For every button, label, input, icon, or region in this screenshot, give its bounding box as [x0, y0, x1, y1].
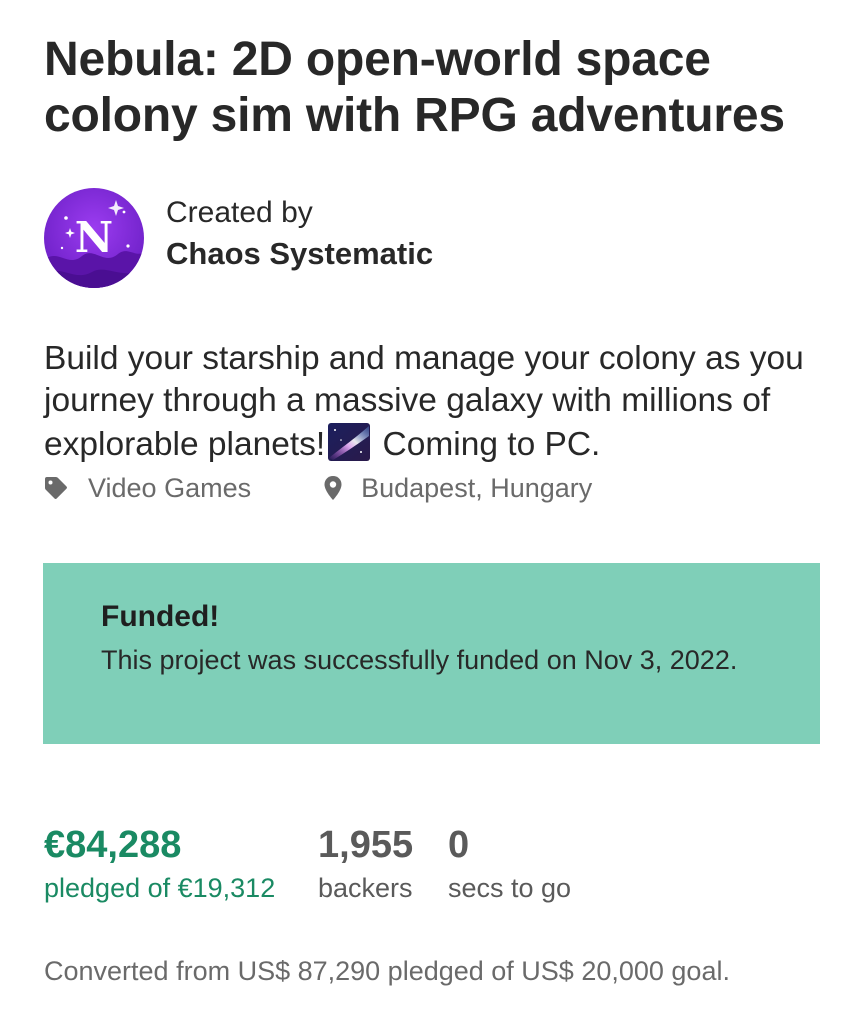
creator-logo-icon: N	[44, 188, 144, 288]
pledged-goal-label: pledged of €19,312	[44, 873, 276, 903]
category-label: Video Games	[88, 472, 252, 503]
creator-avatar[interactable]: N	[44, 188, 144, 288]
backers-count: 1,955	[318, 824, 414, 866]
currency-conversion-note: Converted from US$ 87,290 pledged of US$…	[44, 956, 730, 986]
time-remaining-label: secs to go	[448, 873, 572, 903]
time-remaining-value: 0	[448, 824, 470, 866]
tag-icon	[45, 477, 67, 499]
funded-banner: Funded! This project was successfully fu…	[43, 563, 820, 744]
backers-stat: 1,955 backers	[318, 822, 413, 908]
location-label: Budapest, Hungary	[361, 472, 593, 503]
project-blurb: Build your starship and manage your colo…	[44, 338, 834, 466]
project-title: Nebula: 2D open-world space colony sim w…	[44, 33, 785, 142]
creator-block[interactable]: N Created by Chaos Systematic	[44, 188, 433, 288]
funded-message: This project was successfully funded on …	[101, 645, 738, 675]
blurb-text-end: Coming to PC.	[373, 426, 601, 463]
project-meta: Video Games Budapest, Hungary	[44, 470, 592, 506]
milky-way-emoji	[328, 423, 371, 461]
pledged-amount: €84,288	[44, 824, 182, 866]
avatar-letter: N	[75, 213, 113, 262]
pledged-stat: €84,288 pledged of €19,312	[44, 822, 275, 908]
funded-title: Funded!	[101, 600, 220, 633]
location-pin-icon	[324, 476, 342, 500]
location-link[interactable]: Budapest, Hungary	[323, 473, 592, 504]
time-remaining-stat: 0 secs to go	[448, 822, 571, 908]
creator-name-link[interactable]: Chaos Systematic	[166, 233, 433, 275]
category-link[interactable]: Video Games	[44, 473, 251, 504]
backers-label: backers	[318, 873, 413, 903]
created-by-label: Created by	[166, 196, 313, 229]
